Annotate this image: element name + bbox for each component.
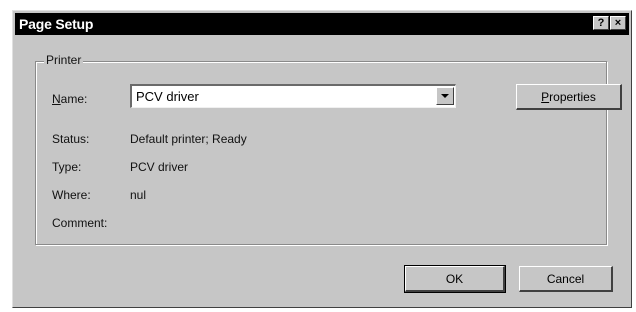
comment-label: Comment: (52, 216, 108, 230)
window-title: Page Setup (19, 16, 94, 32)
page-setup-dialog: Page Setup ? × Printer Name: PCV driver … (12, 10, 632, 308)
close-icon: × (614, 17, 622, 29)
printer-group-label: Printer (44, 53, 84, 67)
name-label: Name: (52, 92, 88, 106)
ok-button-label: OK (445, 271, 464, 286)
where-label: Where: (52, 188, 91, 202)
chevron-down-icon[interactable] (436, 87, 454, 105)
type-label: Type: (52, 160, 82, 174)
help-icon: ? (597, 17, 605, 29)
ok-button[interactable]: OK (404, 265, 506, 293)
title-bar: Page Setup ? × (15, 13, 629, 35)
type-value: PCV driver (130, 160, 189, 174)
where-value: nul (130, 188, 147, 202)
printer-name-value: PCV driver (136, 89, 199, 104)
status-value: Default printer; Ready (130, 132, 247, 146)
cancel-button-label: Cancel (546, 271, 585, 286)
help-button[interactable]: ? (593, 16, 609, 30)
close-button[interactable]: × (610, 16, 626, 30)
status-label: Status: (52, 132, 90, 146)
printer-group: Printer Name: PCV driver Properties Stat… (35, 53, 622, 245)
cancel-button[interactable]: Cancel (519, 266, 613, 292)
properties-button-label: Properties (541, 89, 596, 104)
printer-name-select[interactable]: PCV driver (130, 84, 456, 108)
properties-button[interactable]: Properties (516, 84, 622, 110)
